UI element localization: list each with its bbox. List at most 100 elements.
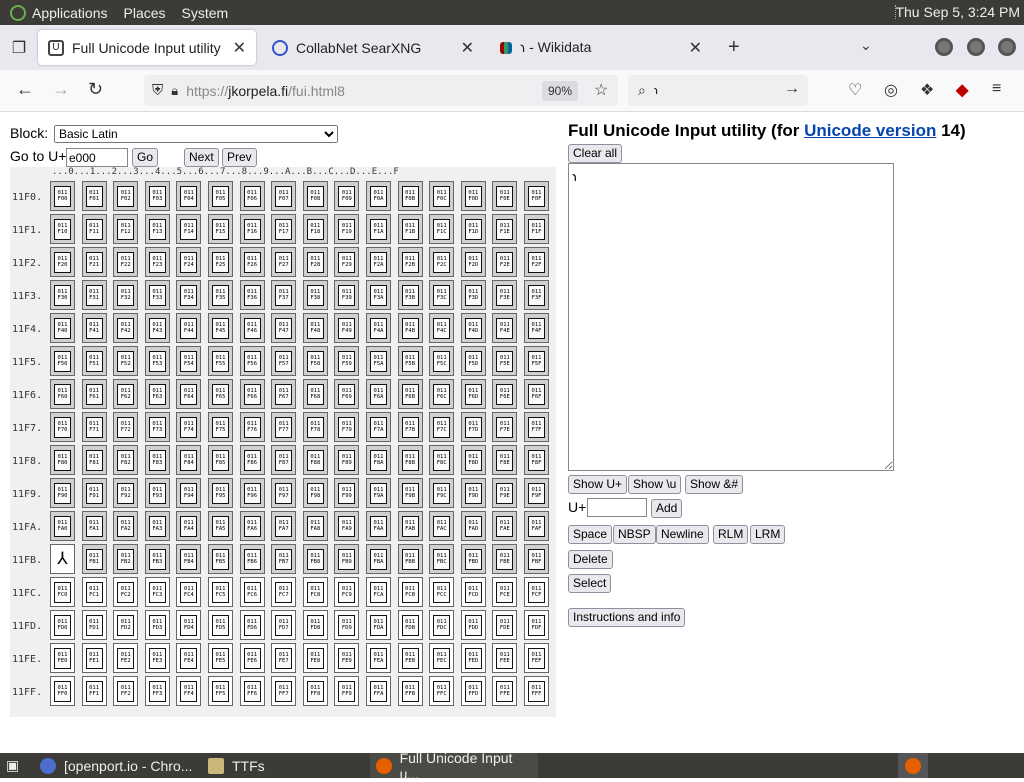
char-cell[interactable]: 011 FEB — [397, 643, 423, 673]
minimize-window-icon[interactable] — [935, 38, 953, 56]
unicode-version-link[interactable]: Unicode version — [804, 121, 936, 140]
close-icon[interactable]: ✕ — [461, 38, 474, 58]
char-cell[interactable]: 011 FB2 — [113, 544, 139, 574]
char-cell[interactable]: 011 FF9 — [334, 676, 360, 706]
char-cell[interactable]: 011 FEE — [492, 643, 518, 673]
char-cell[interactable]: 011 F8A — [366, 445, 391, 475]
show-uplus-button[interactable]: Show U+ — [568, 475, 628, 494]
char-cell[interactable]: 011 FD0 — [50, 610, 75, 640]
forward-icon[interactable]: → — [52, 79, 70, 100]
char-cell[interactable]: 011 F2D — [460, 247, 486, 277]
char-cell[interactable]: 011 F5A — [366, 346, 391, 376]
tab-overview-icon[interactable]: ❐ — [0, 38, 38, 58]
char-cell[interactable]: 011 FFB — [397, 676, 423, 706]
char-cell[interactable]: 011 FCA — [366, 577, 391, 607]
char-cell[interactable]: 011 F1E — [492, 214, 518, 244]
char-cell[interactable]: 011 FAB — [397, 511, 423, 541]
char-cell[interactable]: 011 F69 — [334, 379, 360, 409]
search-bar[interactable]: ⌕ 𐑪 → — [628, 75, 808, 106]
char-cell[interactable]: 011 FA4 — [176, 511, 202, 541]
char-cell[interactable]: 011 FCB — [397, 577, 423, 607]
char-cell[interactable]: 011 FC4 — [176, 577, 202, 607]
char-cell[interactable]: 011 F33 — [144, 280, 170, 310]
char-cell[interactable]: 011 F58 — [302, 346, 328, 376]
char-cell[interactable]: 011 FA3 — [144, 511, 170, 541]
char-cell[interactable]: 011 F3B — [397, 280, 423, 310]
char-cell[interactable]: 011 F55 — [208, 346, 233, 376]
next-button[interactable]: Next — [184, 148, 219, 167]
char-cell[interactable]: 011 F84 — [176, 445, 202, 475]
char-cell[interactable]: 011 F94 — [176, 478, 202, 508]
tab-searxng[interactable]: CollabNet SearXNG ✕ — [262, 30, 484, 65]
char-cell[interactable]: 011 FB5 — [208, 544, 233, 574]
char-cell[interactable]: 011 FF1 — [81, 676, 107, 706]
char-cell[interactable]: 011 F92 — [113, 478, 139, 508]
char-cell[interactable]: 011 F6D — [460, 379, 486, 409]
char-cell[interactable]: 011 F97 — [271, 478, 297, 508]
char-cell[interactable]: 011 F29 — [334, 247, 360, 277]
char-cell[interactable]: 011 FDD — [460, 610, 486, 640]
char-cell[interactable]: 011 FD8 — [302, 610, 328, 640]
char-cell[interactable]: 011 FB6 — [239, 544, 265, 574]
char-cell[interactable]: 011 F37 — [271, 280, 297, 310]
new-tab-icon[interactable]: + — [728, 36, 740, 59]
char-cell[interactable]: 011 F02 — [113, 181, 139, 211]
char-cell[interactable]: 011 F30 — [50, 280, 75, 310]
char-cell[interactable]: 011 FCF — [524, 577, 549, 607]
char-cell[interactable]: 011 F17 — [271, 214, 297, 244]
char-cell[interactable]: 011 F0F — [524, 181, 549, 211]
char-cell[interactable]: 011 FD5 — [208, 610, 233, 640]
tab-unicode-input[interactable]: U Full Unicode Input utility ✕ — [38, 30, 256, 65]
show-entity-button[interactable]: Show &# — [685, 475, 744, 494]
char-cell[interactable]: 011 F85 — [208, 445, 233, 475]
char-cell[interactable]: 011 F4F — [524, 313, 549, 343]
search-go-icon[interactable]: → — [784, 80, 800, 98]
char-cell[interactable]: 011 FED — [460, 643, 486, 673]
char-cell[interactable]: 011 FD6 — [239, 610, 265, 640]
char-cell[interactable]: 011 FB7 — [271, 544, 297, 574]
char-cell[interactable]: 011 F5C — [429, 346, 455, 376]
char-cell[interactable]: 011 FFC — [429, 676, 455, 706]
char-cell[interactable]: 011 FD1 — [81, 610, 107, 640]
char-cell[interactable]: 011 F21 — [81, 247, 107, 277]
char-cell[interactable]: 011 F08 — [302, 181, 328, 211]
char-cell[interactable]: 011 FA1 — [81, 511, 107, 541]
char-cell[interactable]: 011 F42 — [113, 313, 139, 343]
char-cell[interactable]: 011 FC8 — [302, 577, 328, 607]
char-cell[interactable]: 011 F2F — [524, 247, 549, 277]
bookmark-star-icon[interactable]: ☆ — [594, 80, 608, 100]
char-cell[interactable]: 011 F67 — [271, 379, 297, 409]
char-cell[interactable]: 011 F07 — [271, 181, 297, 211]
back-icon[interactable]: ← — [16, 79, 34, 100]
char-cell[interactable]: 011 F9F — [524, 478, 549, 508]
char-cell[interactable]: 011 FF0 — [50, 676, 75, 706]
char-cell[interactable]: 011 F1F — [524, 214, 549, 244]
char-cell[interactable]: 011 FEC — [429, 643, 455, 673]
char-cell[interactable]: 011 FDA — [366, 610, 391, 640]
newline-button[interactable]: Newline — [656, 525, 709, 544]
char-cell[interactable]: 011 F1B — [397, 214, 423, 244]
char-cell[interactable]: 011 F75 — [208, 412, 233, 442]
char-cell[interactable]: 011 FA0 — [50, 511, 75, 541]
char-cell[interactable]: 011 F9E — [492, 478, 518, 508]
char-cell[interactable]: 011 F6A — [366, 379, 391, 409]
char-cell[interactable]: 011 F56 — [239, 346, 265, 376]
char-cell[interactable]: 011 FB8 — [302, 544, 328, 574]
char-cell[interactable]: 011 FC6 — [239, 577, 265, 607]
char-cell[interactable]: 011 FDE — [492, 610, 518, 640]
char-cell[interactable]: 011 F9A — [366, 478, 391, 508]
char-cell[interactable]: 011 FDB — [397, 610, 423, 640]
nbsp-button[interactable]: NBSP — [613, 525, 656, 544]
char-cell[interactable]: 011 F3E — [492, 280, 518, 310]
char-cell[interactable]: 011 F99 — [334, 478, 360, 508]
char-cell[interactable]: 011 F5D — [460, 346, 486, 376]
char-cell[interactable]: 011 FFF — [524, 676, 549, 706]
char-cell[interactable]: 011 FC1 — [81, 577, 107, 607]
char-cell[interactable]: 011 F48 — [302, 313, 328, 343]
char-cell[interactable]: ⅄ — [50, 544, 75, 574]
char-cell[interactable]: 011 FBF — [524, 544, 549, 574]
char-cell[interactable]: 011 FE7 — [271, 643, 297, 673]
char-cell[interactable]: 011 F05 — [208, 181, 233, 211]
shield-icon[interactable]: ⛨ — [152, 82, 163, 99]
go-button[interactable]: Go — [132, 148, 159, 167]
